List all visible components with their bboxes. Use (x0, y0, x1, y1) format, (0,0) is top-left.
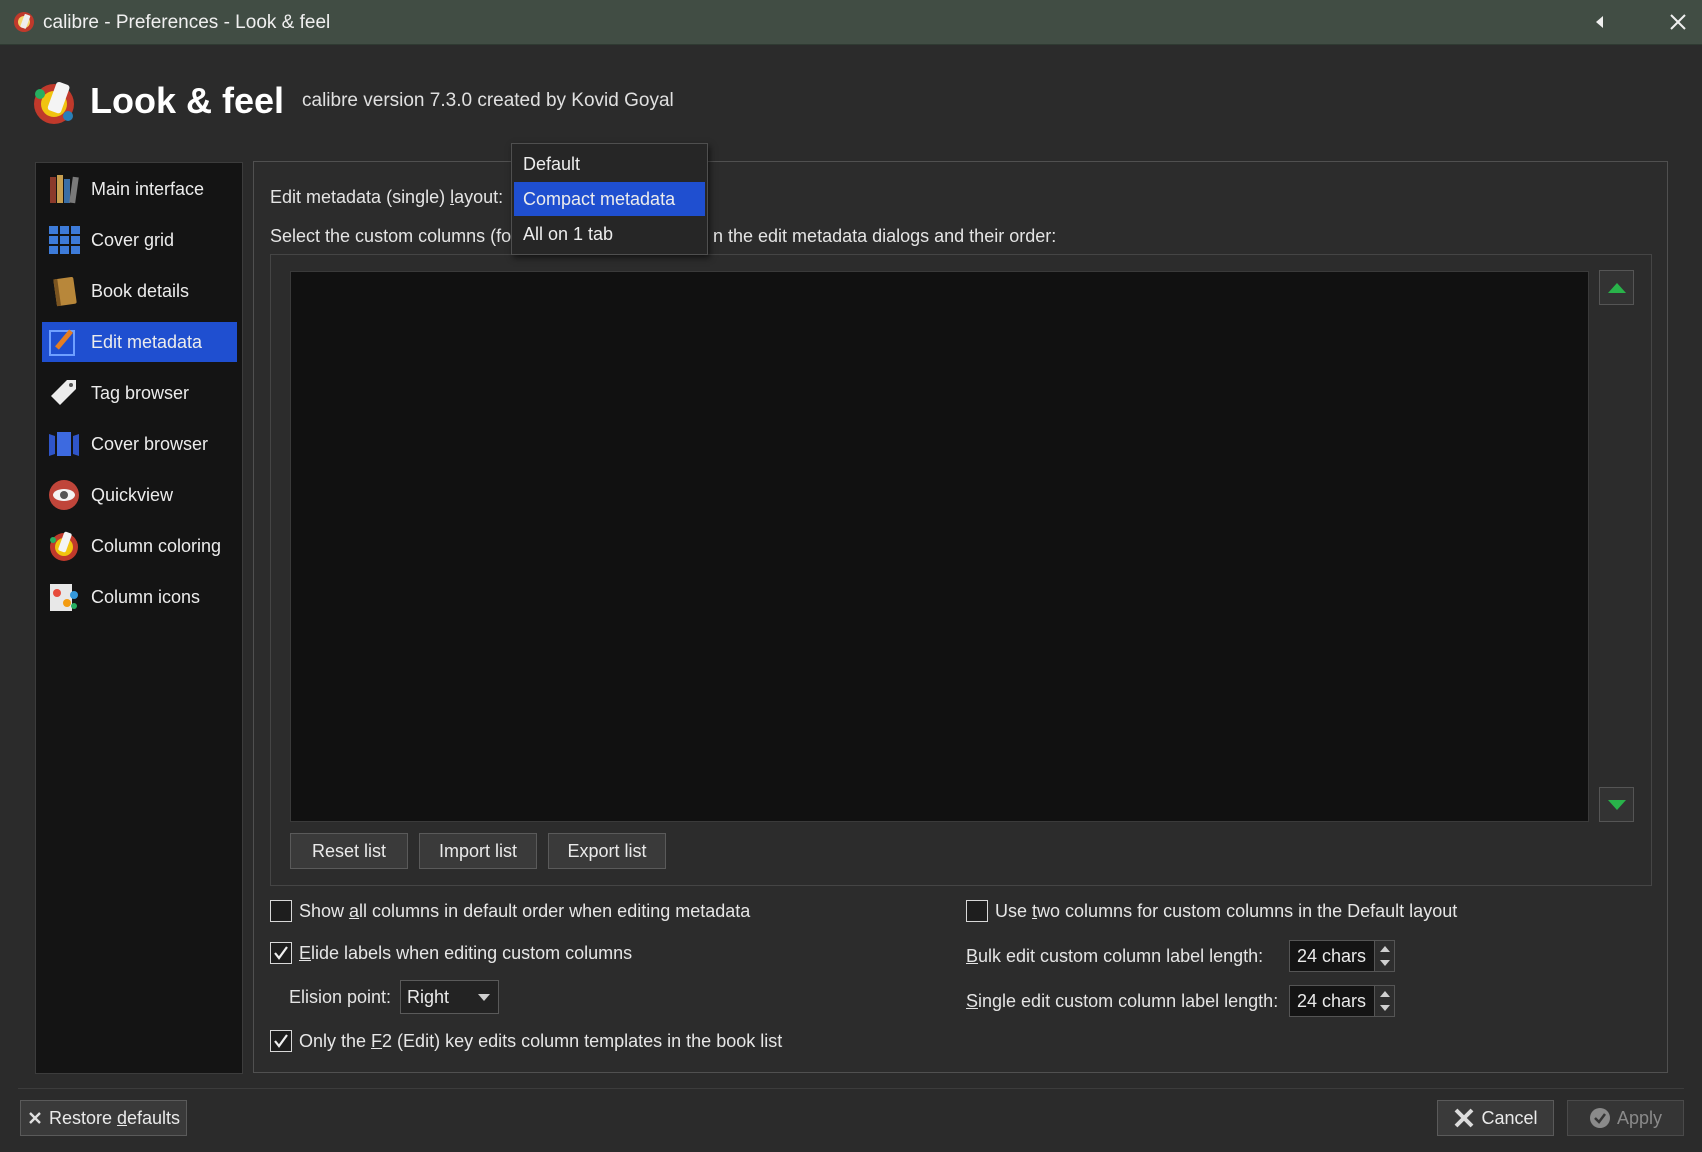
bulk-edit-length-spinbox[interactable]: 24 chars (1289, 940, 1395, 972)
sidebar-item-cover-browser[interactable]: Cover browser (42, 424, 237, 464)
calibre-app-icon (14, 12, 34, 32)
f2-edit-checkbox[interactable] (270, 1030, 292, 1052)
elide-labels-checkbox[interactable] (270, 942, 292, 964)
book-icon (45, 274, 83, 308)
two-columns-label: Use two columns for custom columns in th… (995, 900, 1458, 921)
layout-option-default[interactable]: Default (514, 147, 705, 181)
two-columns-checkbox[interactable] (966, 900, 988, 922)
show-all-columns-option[interactable]: Show all columns in default order when e… (270, 900, 750, 922)
window-title: calibre - Preferences - Look & feel (43, 12, 331, 33)
two-columns-option[interactable]: Use two columns for custom columns in th… (966, 900, 1457, 922)
layout-dropdown-menu: Default Compact metadata All on 1 tab (511, 143, 708, 255)
layout-option-all-on-1-tab[interactable]: All on 1 tab (514, 217, 705, 251)
look-and-feel-logo-icon (34, 81, 74, 124)
custom-columns-list[interactable] (290, 271, 1589, 822)
restore-defaults-button[interactable]: Restore defaults (20, 1100, 187, 1136)
cancel-button[interactable]: Cancel (1437, 1100, 1554, 1136)
custom-columns-label-right: n the edit metadata dialogs and their or… (713, 226, 1057, 246)
move-down-button[interactable] (1599, 787, 1634, 822)
cover-browser-icon (45, 427, 83, 461)
arrow-down-icon (1607, 799, 1626, 810)
sidebar-item-tag-browser[interactable]: Tag browser (42, 373, 237, 413)
close-icon (29, 1112, 41, 1124)
sidebar-item-label: Main interface (91, 178, 205, 199)
chevron-down-icon (478, 994, 490, 1001)
apply-button[interactable]: Apply (1567, 1100, 1684, 1136)
elision-point-value: Right (407, 986, 450, 1007)
pencil-icon (45, 325, 83, 359)
show-all-columns-label: Show all columns in default order when e… (299, 900, 751, 921)
sidebar-item-column-coloring[interactable]: Column coloring (42, 526, 237, 566)
elision-point-select[interactable]: Right (400, 980, 499, 1014)
sidebar-item-label: Tag browser (91, 382, 190, 403)
reset-list-button[interactable]: Reset list (290, 833, 408, 869)
sidebar-item-main-interface[interactable]: Main interface (42, 169, 237, 209)
single-edit-length-spinbox[interactable]: 24 chars (1289, 985, 1395, 1017)
elision-point-label: Elision point: (289, 987, 392, 1007)
single-edit-label: Single edit custom column label length: (966, 991, 1279, 1011)
close-icon[interactable] (1664, 8, 1692, 36)
palette-icon (45, 529, 83, 563)
back-triangle-icon[interactable] (1586, 8, 1614, 36)
page-title: Look & feel (90, 80, 285, 121)
eye-icon (45, 478, 83, 512)
checkmark-icon (274, 1034, 288, 1048)
sidebar-item-label: Book details (91, 280, 190, 301)
spin-arrows-icon[interactable] (1374, 941, 1394, 971)
sidebar-item-cover-grid[interactable]: Cover grid (42, 220, 237, 260)
elide-labels-option[interactable]: Elide labels when editing custom columns (270, 942, 632, 964)
sidebar-item-label: Column icons (91, 586, 201, 607)
import-list-button[interactable]: Import list (419, 833, 537, 869)
sidebar-item-book-details[interactable]: Book details (42, 271, 237, 311)
version-text: calibre version 7.3.0 created by Kovid G… (302, 90, 674, 111)
elide-labels-label: Elide labels when editing custom columns (299, 942, 633, 963)
sidebar-item-column-icons[interactable]: Column icons (42, 577, 237, 617)
arrow-up-icon (1607, 282, 1626, 293)
sidebar: Main interface Cover grid Book details E… (35, 162, 243, 1074)
move-up-button[interactable] (1599, 270, 1634, 305)
f2-edit-option[interactable]: Only the F2 (Edit) key edits column temp… (270, 1030, 782, 1052)
apply-label: Apply (1616, 1107, 1663, 1128)
grid-icon (45, 223, 83, 257)
single-edit-length-value: 24 chars (1297, 990, 1367, 1011)
cancel-label: Cancel (1481, 1107, 1538, 1128)
sidebar-item-label: Cover browser (91, 433, 209, 454)
sidebar-item-label: Quickview (91, 484, 174, 505)
export-list-button[interactable]: Export list (548, 833, 666, 869)
cancel-x-icon (1455, 1108, 1474, 1128)
check-circle-icon (1589, 1108, 1610, 1128)
checkmark-icon (274, 946, 288, 960)
show-all-columns-checkbox[interactable] (270, 900, 292, 922)
restore-defaults-label: Restore defaults (48, 1107, 181, 1128)
layout-label: Edit metadata (single) layout: (270, 187, 504, 207)
books-icon (45, 172, 83, 206)
title-bar: calibre - Preferences - Look & feel (0, 0, 1702, 45)
bulk-edit-length-value: 24 chars (1297, 945, 1367, 966)
sidebar-item-edit-metadata[interactable]: Edit metadata (42, 322, 237, 362)
sidebar-item-quickview[interactable]: Quickview (42, 475, 237, 515)
sidebar-item-label: Edit metadata (91, 331, 203, 352)
sidebar-item-label: Column coloring (91, 535, 222, 556)
custom-columns-label-left: Select the custom columns (fo (270, 226, 512, 246)
sidebar-item-label: Cover grid (91, 229, 175, 250)
layout-option-compact-metadata[interactable]: Compact metadata (514, 182, 705, 216)
tag-icon (45, 376, 83, 410)
column-icons-icon (45, 580, 83, 614)
spin-arrows-icon[interactable] (1374, 986, 1394, 1016)
bulk-edit-label: Bulk edit custom column label length: (966, 946, 1264, 966)
f2-edit-label: Only the F2 (Edit) key edits column temp… (299, 1030, 783, 1051)
footer-separator (18, 1088, 1684, 1089)
